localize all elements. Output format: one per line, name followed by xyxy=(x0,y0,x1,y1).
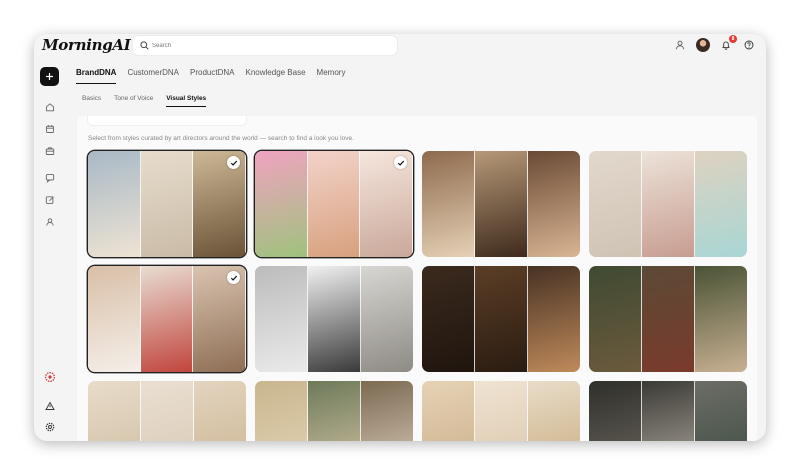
style-image xyxy=(255,381,308,441)
home-icon[interactable] xyxy=(43,100,56,113)
style-image xyxy=(194,381,246,441)
brand-flower-icon[interactable] xyxy=(43,370,56,383)
avatar xyxy=(696,38,710,52)
subtab-basics[interactable]: Basics xyxy=(82,95,101,107)
style-image xyxy=(308,381,361,441)
search-input[interactable] xyxy=(152,39,390,52)
alert-triangle-icon[interactable] xyxy=(43,399,56,412)
style-image xyxy=(695,151,747,257)
subtab-visual-styles[interactable]: Visual Styles xyxy=(166,95,207,107)
style-image xyxy=(88,381,141,441)
user-avatar[interactable] xyxy=(696,38,710,52)
tab-knowledge-base[interactable]: Knowledge Base xyxy=(246,68,306,84)
style-image xyxy=(422,381,475,441)
styles-hint: Select from styles curated by art direct… xyxy=(88,135,354,142)
check-icon xyxy=(394,156,407,169)
app-window: MorningAI 8 xyxy=(34,34,766,441)
style-image xyxy=(361,266,413,372)
style-card[interactable] xyxy=(88,381,246,441)
style-card[interactable] xyxy=(589,266,747,372)
style-card[interactable] xyxy=(88,266,246,372)
briefcase-icon[interactable] xyxy=(43,144,56,157)
style-card[interactable] xyxy=(589,381,747,441)
style-image xyxy=(642,266,695,372)
main-content: BrandDNA CustomerDNA ProductDNA Knowledg… xyxy=(66,60,766,441)
check-icon xyxy=(227,271,240,284)
style-image xyxy=(642,151,695,257)
help-icon[interactable] xyxy=(742,38,756,52)
style-image xyxy=(528,151,580,257)
style-image xyxy=(307,151,361,257)
search-icon xyxy=(140,41,149,50)
style-image xyxy=(695,381,747,441)
style-card[interactable] xyxy=(255,266,413,372)
tab-memory[interactable]: Memory xyxy=(317,68,346,84)
style-image xyxy=(528,266,580,372)
create-button[interactable] xyxy=(40,67,59,86)
check-icon xyxy=(227,156,240,169)
top-actions: 8 xyxy=(673,35,756,52)
style-image xyxy=(695,266,747,372)
style-image xyxy=(361,381,413,441)
style-card[interactable] xyxy=(255,381,413,441)
style-card[interactable] xyxy=(88,151,246,257)
tab-customerdna[interactable]: CustomerDNA xyxy=(127,68,179,84)
edit-icon[interactable] xyxy=(43,193,56,206)
style-card[interactable] xyxy=(422,151,580,257)
style-card[interactable] xyxy=(422,381,580,441)
style-image xyxy=(475,381,528,441)
notifications-button[interactable]: 8 xyxy=(719,35,737,52)
style-image xyxy=(528,381,580,441)
app-logo: MorningAI xyxy=(42,36,131,54)
style-image xyxy=(255,266,308,372)
notification-badge: 8 xyxy=(729,35,737,43)
sidebar xyxy=(34,60,66,441)
tab-productdna[interactable]: ProductDNA xyxy=(190,68,234,84)
style-image xyxy=(422,266,475,372)
style-card[interactable] xyxy=(255,151,413,257)
search-box[interactable] xyxy=(133,36,397,55)
style-image xyxy=(589,151,642,257)
main-tabs: BrandDNA CustomerDNA ProductDNA Knowledg… xyxy=(76,68,345,84)
tab-branddna[interactable]: BrandDNA xyxy=(76,68,117,84)
style-search-field[interactable] xyxy=(87,116,247,126)
calendar-icon[interactable] xyxy=(43,122,56,135)
style-image xyxy=(88,151,141,257)
user-icon[interactable] xyxy=(673,38,687,52)
style-image xyxy=(140,266,194,372)
style-image xyxy=(422,151,475,257)
style-image xyxy=(589,266,642,372)
sub-tabs: Basics Tone of Voice Visual Styles xyxy=(82,95,207,107)
plus-icon xyxy=(46,73,53,80)
user-icon[interactable] xyxy=(43,215,56,228)
style-card[interactable] xyxy=(589,151,747,257)
style-image xyxy=(642,381,695,441)
subtab-tone-of-voice[interactable]: Tone of Voice xyxy=(114,95,153,107)
chat-icon[interactable] xyxy=(43,171,56,184)
style-image xyxy=(475,151,528,257)
style-image xyxy=(589,381,642,441)
style-image xyxy=(308,266,361,372)
visual-styles-panel: Select from styles curated by art direct… xyxy=(77,116,757,441)
style-image xyxy=(475,266,528,372)
style-image xyxy=(88,266,141,372)
style-image xyxy=(141,381,194,441)
style-card[interactable] xyxy=(422,266,580,372)
top-bar: MorningAI 8 xyxy=(34,34,766,60)
settings-icon[interactable] xyxy=(43,420,56,433)
style-image xyxy=(255,151,308,257)
style-image xyxy=(140,151,194,257)
